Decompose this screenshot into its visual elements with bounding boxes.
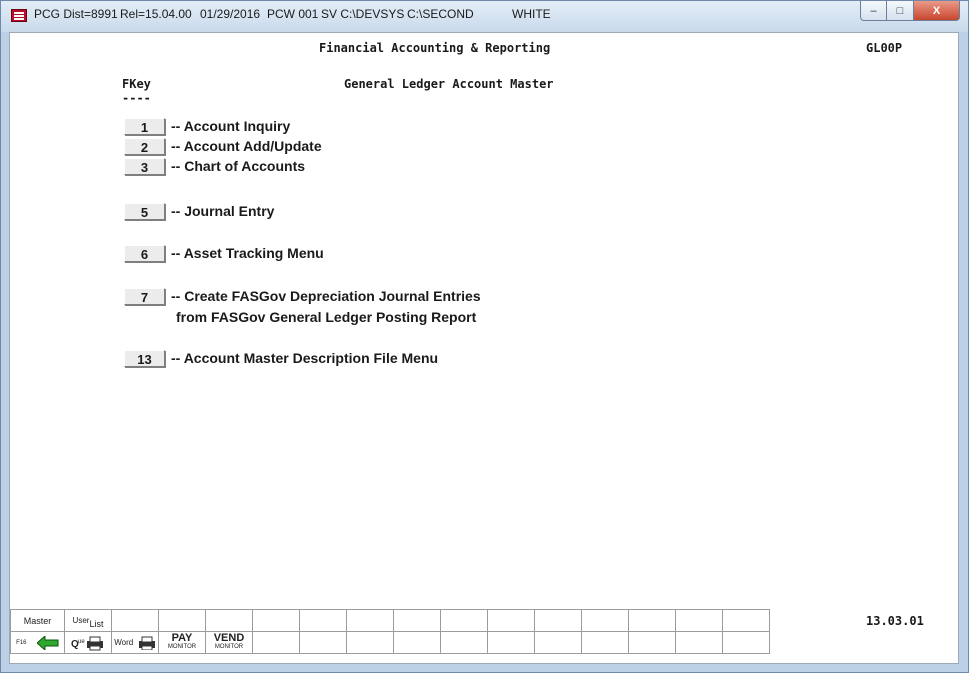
back-button[interactable]: F16	[10, 631, 65, 654]
menu-create-fasgov-depreciation-line2: from FASGov General Ledger Posting Repor…	[176, 309, 477, 325]
user-list-button[interactable]: User List	[64, 609, 112, 632]
toolbar-slot[interactable]	[675, 631, 723, 654]
f16-label: F16	[16, 639, 27, 646]
fkey-2-button[interactable]: 2	[124, 138, 165, 155]
close-button[interactable]: X	[914, 1, 960, 21]
title-user: WHITE	[512, 7, 551, 21]
fkey-3-button[interactable]: 3	[124, 158, 165, 175]
word-label: Word	[114, 638, 134, 647]
toolbar-slot[interactable]	[487, 609, 535, 632]
title-pcw: PCW 001	[267, 7, 319, 21]
vend-monitor-sublabel: MONITOR	[214, 643, 244, 650]
vend-label: VEND	[213, 631, 245, 644]
master-label: Master	[23, 615, 52, 626]
fkey-1-button[interactable]: 1	[124, 118, 165, 135]
pay-monitor-sublabel: MONITOR	[167, 643, 197, 650]
toolbar-slot[interactable]	[534, 631, 582, 654]
toolbar-slot[interactable]	[440, 631, 488, 654]
menu-account-inquiry: -- Account Inquiry	[171, 118, 291, 134]
toolbar-slot[interactable]	[346, 609, 394, 632]
screen-id: GL00P	[866, 41, 903, 55]
toolbar-slot[interactable]	[722, 609, 770, 632]
printer-icon	[138, 636, 155, 650]
user-list-label-top: User	[72, 616, 90, 625]
title-release: Rel=15.04.00	[120, 7, 192, 21]
back-arrow-icon	[36, 635, 59, 650]
title-date: 01/29/2016	[200, 7, 261, 21]
menu-account-add-update: -- Account Add/Update	[171, 138, 322, 154]
master-button[interactable]: Master	[10, 609, 65, 632]
toolbar-slot[interactable]	[581, 609, 629, 632]
toolbar-slot[interactable]	[393, 631, 441, 654]
fkey-7-button[interactable]: 7	[124, 288, 165, 305]
app-menu-icon[interactable]	[11, 9, 27, 22]
toolbar-slot[interactable]	[346, 631, 394, 654]
menu-chart-of-accounts: -- Chart of Accounts	[171, 158, 306, 174]
close-icon: X	[932, 4, 941, 17]
title-bar: PCG Dist=8991 Rel=15.04.00 01/29/2016 PC…	[1, 1, 968, 32]
terminal-screen: Financial Accounting & Reporting GL00P F…	[9, 32, 959, 664]
title-sv-path: SV C:\DEVSYS	[321, 7, 405, 21]
queue-print-button[interactable]: Q ue	[64, 631, 112, 654]
version-number: 13.03.01	[866, 614, 924, 628]
toolbar-slot[interactable]	[299, 609, 347, 632]
fkey-5-button[interactable]: 5	[124, 203, 165, 220]
pay-monitor-button[interactable]: PAY MONITOR	[158, 631, 206, 654]
toolbar-slot[interactable]	[252, 631, 300, 654]
page-subtitle: General Ledger Account Master	[344, 77, 554, 91]
toolbar-slot[interactable]	[158, 609, 206, 632]
fkey-underline: ----	[122, 91, 151, 105]
toolbar-slot[interactable]	[299, 631, 347, 654]
queue-printer-icon: Q ue	[71, 636, 103, 650]
toolbar-slot[interactable]	[628, 609, 676, 632]
toolbar-slot[interactable]	[675, 609, 723, 632]
function-toolbar: Master User List F16 Q ue Word PAY MONIT…	[10, 609, 790, 665]
menu-asset-tracking: -- Asset Tracking Menu	[171, 245, 324, 261]
vend-monitor-label: VEND MONITOR	[213, 631, 245, 652]
toolbar-slot[interactable]	[252, 609, 300, 632]
toolbar-slot[interactable]	[393, 609, 441, 632]
title-district: PCG Dist=8991	[34, 7, 118, 21]
toolbar-slot[interactable]	[111, 609, 159, 632]
minimize-button[interactable]: –	[860, 1, 887, 21]
minimize-icon: –	[870, 4, 877, 17]
fkey-13-button[interactable]: 13	[124, 350, 165, 367]
fkey-header: FKey	[122, 77, 151, 91]
title-second-path: C:\SECOND	[407, 7, 474, 21]
app-window: PCG Dist=8991 Rel=15.04.00 01/29/2016 PC…	[0, 0, 969, 673]
toolbar-slot[interactable]	[534, 609, 582, 632]
toolbar-slot[interactable]	[722, 631, 770, 654]
user-list-label-bottom: List	[89, 618, 104, 629]
fkey-6-button[interactable]: 6	[124, 245, 165, 262]
toolbar-slot[interactable]	[487, 631, 535, 654]
toolbar-slot[interactable]	[440, 609, 488, 632]
menu-create-fasgov-depreciation: -- Create FASGov Depreciation Journal En…	[171, 288, 481, 304]
toolbar-slot[interactable]	[205, 609, 253, 632]
menu-journal-entry: -- Journal Entry	[171, 203, 275, 219]
vend-monitor-button[interactable]: VEND MONITOR	[205, 631, 253, 654]
window-controls: – □ X	[860, 1, 960, 21]
word-print-button[interactable]: Word	[111, 631, 159, 654]
toolbar-slot[interactable]	[581, 631, 629, 654]
toolbar-slot[interactable]	[628, 631, 676, 654]
pay-label: PAY	[171, 631, 193, 644]
system-title: Financial Accounting & Reporting	[319, 41, 551, 55]
svg-text:ue: ue	[78, 639, 85, 645]
maximize-button[interactable]: □	[887, 1, 914, 21]
menu-account-master-description: -- Account Master Description File Menu	[171, 350, 439, 366]
maximize-icon: □	[896, 4, 904, 17]
pay-monitor-label: PAY MONITOR	[167, 631, 197, 652]
